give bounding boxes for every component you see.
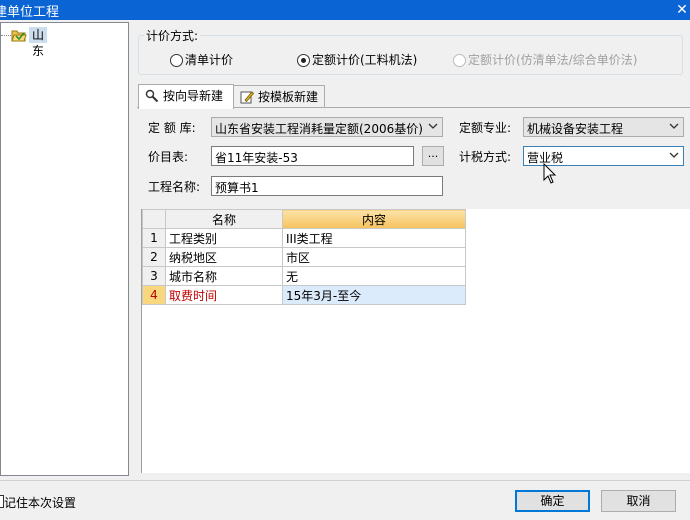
row-number: 3 [142,266,166,286]
quota-lib-label: 定 额 库: [148,121,196,135]
window-title: 建单位工程 [0,5,60,20]
corner-cell [142,209,166,229]
title-bar: 建单位工程 ✕ [0,0,690,20]
radio-label: 定额计价(仿清单法/综合单价法) [468,53,638,67]
row-name: 城市名称 [165,266,283,286]
column-header-content[interactable]: 内容 [282,209,466,229]
radio-circle[interactable] [170,54,183,67]
chevron-down-icon [669,123,679,129]
table-header-row: 名称 内容 [142,209,466,229]
cancel-button[interactable]: 取消 [601,490,676,512]
tab-wizard[interactable]: 按向导新建 [138,84,234,109]
tax-method-label: 计税方式: [459,150,512,164]
table-row[interactable]: 3 城市名称 无 [142,266,466,286]
tree-connector [1,35,11,36]
pricing-method-label: 计价方式: [144,27,201,44]
price-table-label: 价目表: [148,150,189,164]
table-row-selected[interactable]: 4 取费时间 15年3月-至今 [142,285,466,305]
row-value[interactable]: 无 [282,266,466,286]
mouse-pointer-icon [543,163,557,184]
row-number: 4 [142,285,166,305]
table-row[interactable]: 2 纳税地区 市区 [142,247,466,267]
row-number: 2 [142,247,166,267]
radio-circle-selected[interactable] [297,54,310,67]
project-name-value: 预算书1 [215,181,259,195]
attribute-table: 名称 内容 1 工程类别 III类工程 2 纳税地区 市区 3 城市名称 无 4… [142,209,466,305]
remember-label[interactable]: 记住本次设置 [4,494,76,511]
wizard-icon [145,89,159,103]
row-value[interactable]: III类工程 [282,228,466,248]
ok-button[interactable]: 确定 [515,490,590,512]
row-number: 1 [142,228,166,248]
open-folder-icon [11,30,27,42]
row-value[interactable]: 市区 [282,247,466,267]
chevron-down-icon [428,123,438,129]
tab-label[interactable]: 按向导新建 [163,85,223,107]
region-tree[interactable]: 山东 [0,22,129,476]
project-name-label: 工程名称: [148,180,201,194]
browse-button[interactable]: ... [422,146,444,166]
quota-lib-select[interactable]: 山东省安装工程消耗量定额(2006基价) [211,117,443,137]
project-name-field[interactable]: 预算书1 [211,176,443,196]
radio-circle-disabled [453,54,466,67]
row-name: 纳税地区 [165,247,283,267]
tree-node-label[interactable]: 山东 [29,27,48,58]
close-icon[interactable]: ✕ [674,0,690,20]
quota-major-select[interactable]: 机械设备安装工程 [523,117,684,137]
radio-label[interactable]: 清单计价 [185,52,233,68]
row-name: 工程类别 [165,228,283,248]
price-table-value: 省11年安装-53 [215,151,298,165]
template-icon [240,91,254,104]
quota-lib-value: 山东省安装工程消耗量定额(2006基价) [215,122,423,136]
quota-major-label: 定额专业: [459,121,512,135]
tab-label[interactable]: 按模板新建 [258,86,318,108]
price-table-field[interactable]: 省11年安装-53 [211,146,414,166]
radio-label[interactable]: 定额计价(工料机法) [312,52,417,68]
tab-template[interactable]: 按模板新建 [233,85,325,108]
chevron-down-icon [669,152,679,158]
row-name: 取费时间 [165,285,283,305]
quota-major-value: 机械设备安装工程 [527,122,624,136]
column-header-name[interactable]: 名称 [165,209,283,229]
row-value[interactable]: 15年3月-至今 [282,285,466,305]
attribute-grid[interactable]: 名称 内容 1 工程类别 III类工程 2 纳税地区 市区 3 城市名称 无 4… [141,209,690,473]
table-row[interactable]: 1 工程类别 III类工程 [142,228,466,248]
